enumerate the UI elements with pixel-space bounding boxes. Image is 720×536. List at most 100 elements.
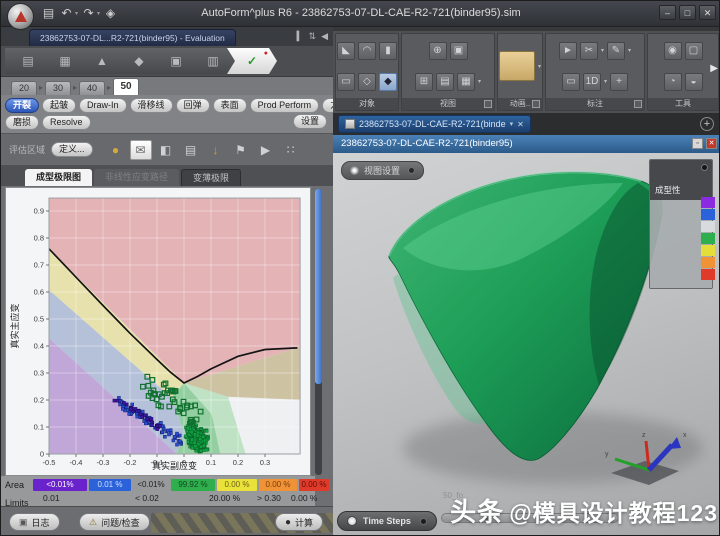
addendum-icon[interactable]: ◠ [358, 42, 376, 60]
save-icon[interactable]: ▤ [41, 5, 56, 22]
vector-icon[interactable]: ▶ [255, 140, 277, 160]
material-sphere-icon[interactable]: ● [105, 140, 127, 160]
result-button[interactable]: Draw-In [79, 98, 127, 113]
legend-toggle-icon[interactable] [701, 164, 708, 171]
tab-dropdown-icon[interactable]: ▾ [510, 120, 514, 128]
layers-icon[interactable]: ⊞ [415, 73, 433, 91]
dropdown-arrow-icon[interactable]: ▾ [604, 78, 607, 85]
pin-icon: ● [264, 50, 268, 57]
process-step-input[interactable]: ▤ [5, 48, 51, 74]
legend-swatch [701, 197, 715, 208]
group-expander-icon[interactable] [532, 100, 540, 108]
dropdown-arrow-icon[interactable]: ▾ [538, 63, 541, 70]
sampling-dots-icon[interactable]: ∷ [280, 140, 302, 160]
viewport-3d[interactable]: z x y 视图设置 成型性 Time Steps [333, 153, 720, 536]
animation-icon[interactable] [499, 51, 535, 81]
log-button[interactable]: ▣日志 [9, 513, 60, 531]
time-steps-toggle-icon[interactable] [420, 518, 427, 525]
triad-icon[interactable]: ⊕ [429, 42, 447, 60]
binder-icon[interactable]: ◣ [337, 42, 355, 60]
formability-map-icon[interactable]: ✉ [130, 140, 152, 160]
dropdown-arrow-icon[interactable]: ▾ [75, 10, 78, 17]
chart-tab[interactable]: 成型极限图 [25, 169, 92, 186]
paint-icon[interactable]: + [610, 73, 628, 91]
cursor-icon[interactable]: ► [559, 42, 577, 60]
toolbar-group: ◣◠▮ ▭◇◆ 对象 [335, 33, 399, 111]
redo-icon[interactable]: ↷ [81, 5, 96, 22]
close-button[interactable]: ✕ [699, 5, 716, 20]
chart-scrollbar[interactable] [315, 189, 322, 475]
sheet-stack-icon[interactable]: ▤ [180, 140, 202, 160]
stage-tab-20[interactable]: 20 [11, 81, 37, 95]
undo-icon[interactable]: ↶ [59, 5, 74, 22]
legend-title: 成型性 [655, 184, 681, 196]
result-button[interactable]: 滑移线 [130, 98, 173, 113]
minimize-button[interactable]: – [659, 5, 676, 20]
section-cut-icon[interactable]: ✂ [580, 42, 598, 60]
toolbar-group-label: 对象 [336, 98, 398, 110]
define-button[interactable]: 定义... [51, 142, 93, 157]
clock-icon[interactable]: ◔ [664, 73, 682, 91]
collapse-left-icon[interactable]: ◀ [321, 31, 328, 42]
chart-tab[interactable]: 变薄极限 [181, 169, 241, 186]
splitter-icon[interactable]: ▍ [297, 31, 304, 42]
chart-tab[interactable]: 非线性应变路径 [94, 169, 179, 186]
view-pill-toggle-icon[interactable] [408, 167, 415, 174]
group-expander-icon[interactable] [634, 100, 642, 108]
camera-icon[interactable]: ▦ [457, 73, 475, 91]
evaluation-area-label: 评估区域 [9, 143, 45, 156]
dropdown-arrow-icon[interactable]: ▾ [601, 47, 604, 54]
record-icon[interactable]: ◉ [664, 42, 682, 60]
stage-tab-30[interactable]: 30 [45, 81, 71, 95]
part-icon[interactable]: ◆ [379, 73, 397, 91]
group-expander-icon[interactable] [484, 100, 492, 108]
stage-separator: ▸ [39, 80, 43, 95]
dropdown-arrow-icon[interactable]: ▾ [478, 78, 481, 85]
result-button[interactable]: Resolve [42, 115, 91, 130]
add-view-button[interactable]: + [700, 117, 714, 131]
result-button[interactable]: 回弹 [176, 98, 210, 113]
swap-icon[interactable]: ⇅ [309, 31, 317, 42]
bent-sheet-icon[interactable]: ◧ [155, 140, 177, 160]
issues-button[interactable]: ⚠问题/检查 [79, 513, 150, 531]
result-button[interactable]: Prod Perform [250, 98, 320, 113]
scale-1d-icon[interactable]: 1D [583, 73, 601, 91]
view-setup-pill[interactable]: 视图设置 [341, 161, 424, 180]
limit-value: < 0.02 [135, 493, 159, 503]
stamp-icon[interactable]: ◈ [103, 5, 118, 22]
compute-button[interactable]: ●计算 [275, 513, 323, 531]
stage-tab-50[interactable]: 50 [113, 78, 139, 95]
scrollbar-thumb[interactable] [315, 189, 322, 384]
dropdown-arrow-icon[interactable]: ▾ [628, 47, 631, 54]
close-view-icon[interactable]: ✕ [706, 138, 717, 149]
time-steps-pill[interactable]: Time Steps [337, 511, 437, 531]
callout-icon[interactable]: ▢ [685, 42, 703, 60]
restore-view-icon[interactable]: ▫ [692, 138, 703, 149]
result-button[interactable]: 表面 [213, 98, 247, 113]
toolbar-overflow-icon[interactable]: ▶ [710, 63, 718, 74]
clip-box-icon[interactable]: ▣ [450, 42, 468, 60]
session-tab[interactable]: 23862753-07-DL...R2-721(binder95) - Eval… [29, 29, 236, 46]
legend-swatch [701, 221, 715, 232]
result-button[interactable]: 开裂 [5, 98, 39, 113]
gauge-icon[interactable]: ◒ [685, 73, 703, 91]
stage-tab-40[interactable]: 40 [79, 81, 105, 95]
measure-icon[interactable]: ✎ [607, 42, 625, 60]
flags-icon[interactable]: ⚑ [230, 140, 252, 160]
settings-button[interactable]: 设置 [293, 114, 327, 129]
result-button[interactable]: 磨损 [5, 115, 39, 130]
dropdown-arrow-icon[interactable]: ▾ [97, 10, 100, 17]
result-button[interactable]: 起皱 [42, 98, 76, 113]
limit-value: 20.00 % [209, 493, 240, 503]
viewport-tab[interactable]: 23862753-07-DL-CAE-R2-721(binde ▾ ✕ [338, 115, 531, 133]
tab-close-icon[interactable]: ✕ [517, 120, 524, 129]
toolbar-group-label: 标注 [546, 98, 644, 110]
log-icon: ▣ [19, 517, 28, 528]
section-box-icon[interactable]: ▤ [436, 73, 454, 91]
die-icon[interactable]: ▮ [379, 42, 397, 60]
normal-pin-icon[interactable]: ↓ [205, 140, 227, 160]
blank-icon[interactable]: ◇ [358, 73, 376, 91]
maximize-button[interactable]: □ [679, 5, 696, 20]
label-icon[interactable]: ▭ [562, 73, 580, 91]
sheet-icon[interactable]: ▭ [337, 73, 355, 91]
